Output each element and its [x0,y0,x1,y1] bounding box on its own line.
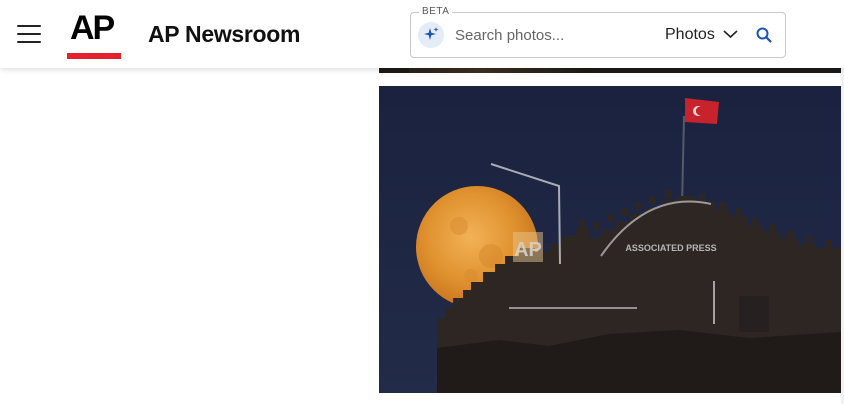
beta-badge: BETA [419,6,453,18]
search-type-value: Photos [665,26,715,43]
search-type-dropdown[interactable]: Photos [665,23,740,47]
chevron-down-icon [723,30,738,39]
sparkle-icon[interactable] [418,22,444,48]
top-header: AP AP Newsroom BETA Photos [0,0,844,68]
site-title[interactable]: AP Newsroom [148,20,301,48]
photo-watermark-logo: AP [514,239,542,261]
search-input[interactable] [455,24,655,46]
hamburger-menu-icon[interactable] [17,24,41,44]
search-bar: BETA Photos [410,6,786,58]
ap-logo[interactable]: AP [66,8,122,60]
search-icon[interactable] [755,26,773,44]
left-empty-pane [0,68,379,404]
photo-result-card[interactable]: AP ASSOCIATED PRESS [379,86,841,393]
ap-logo-red-bar [67,53,121,59]
moon-castle-photo: AP ASSOCIATED PRESS [379,86,841,393]
ap-logo-text: AP [70,9,115,47]
photo-watermark-text: ASSOCIATED PRESS [625,243,716,253]
